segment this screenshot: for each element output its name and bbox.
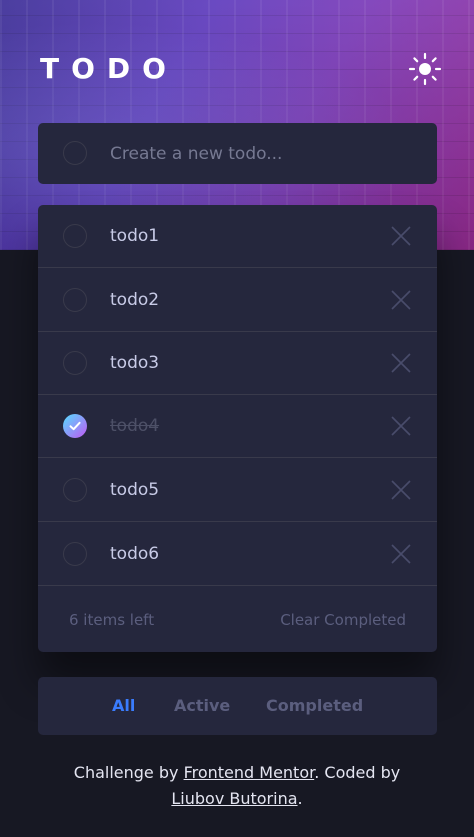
todo-label: todo5 [110, 480, 160, 500]
todo-checkbox[interactable] [63, 478, 87, 502]
todo-item: todo6 [38, 523, 437, 586]
todo-item: todo1 [38, 205, 437, 268]
todo-checkbox-checked[interactable] [63, 414, 87, 438]
sun-icon [408, 52, 442, 86]
delete-todo-icon[interactable] [390, 289, 412, 311]
todo-label: todo1 [110, 226, 160, 246]
clear-completed-button[interactable]: Clear Completed [280, 589, 406, 652]
todo-label: todo4 [110, 416, 160, 436]
attribution-suffix: . [297, 789, 303, 808]
filter-bar: All Active Completed [38, 677, 437, 735]
todo-checkbox[interactable] [63, 224, 87, 248]
new-todo-bar [38, 123, 437, 184]
todo-item: todo5 [38, 459, 437, 522]
frontend-mentor-link[interactable]: Frontend Mentor [184, 763, 315, 782]
delete-todo-icon[interactable] [390, 225, 412, 247]
checkmark-icon [69, 421, 81, 431]
delete-todo-icon[interactable] [390, 352, 412, 374]
delete-todo-icon[interactable] [390, 479, 412, 501]
items-left-count: 6 items left [69, 611, 155, 629]
todo-item: todo3 [38, 332, 437, 395]
list-footer: 6 items left Clear Completed [38, 589, 437, 652]
todo-checkbox[interactable] [63, 288, 87, 312]
attribution-middle: . Coded by [314, 763, 401, 782]
app-logo: TODO [40, 52, 178, 85]
attribution-prefix: Challenge by [73, 763, 184, 782]
delete-todo-icon[interactable] [390, 415, 412, 437]
todo-checkbox[interactable] [63, 351, 87, 375]
todo-label: todo6 [110, 544, 160, 564]
todo-checkbox[interactable] [63, 542, 87, 566]
filter-completed-button[interactable]: Completed [266, 677, 363, 735]
filter-active-button[interactable]: Active [174, 677, 230, 735]
filter-all-button[interactable]: All [112, 677, 135, 735]
todo-label: todo2 [110, 290, 160, 310]
theme-toggle-button[interactable] [408, 52, 442, 86]
new-todo-input[interactable] [110, 123, 410, 184]
author-link[interactable]: Liubov Butorina [171, 789, 297, 808]
attribution: Challenge by Frontend Mentor. Coded by L… [0, 760, 474, 812]
todo-list: todo1 todo2 todo3 todo4 todo5 todo6 6 it… [38, 205, 437, 652]
todo-item-completed: todo4 [38, 395, 437, 458]
todo-item: todo2 [38, 269, 437, 332]
delete-todo-icon[interactable] [390, 543, 412, 565]
new-todo-checkbox[interactable] [63, 141, 87, 165]
todo-label: todo3 [110, 353, 160, 373]
